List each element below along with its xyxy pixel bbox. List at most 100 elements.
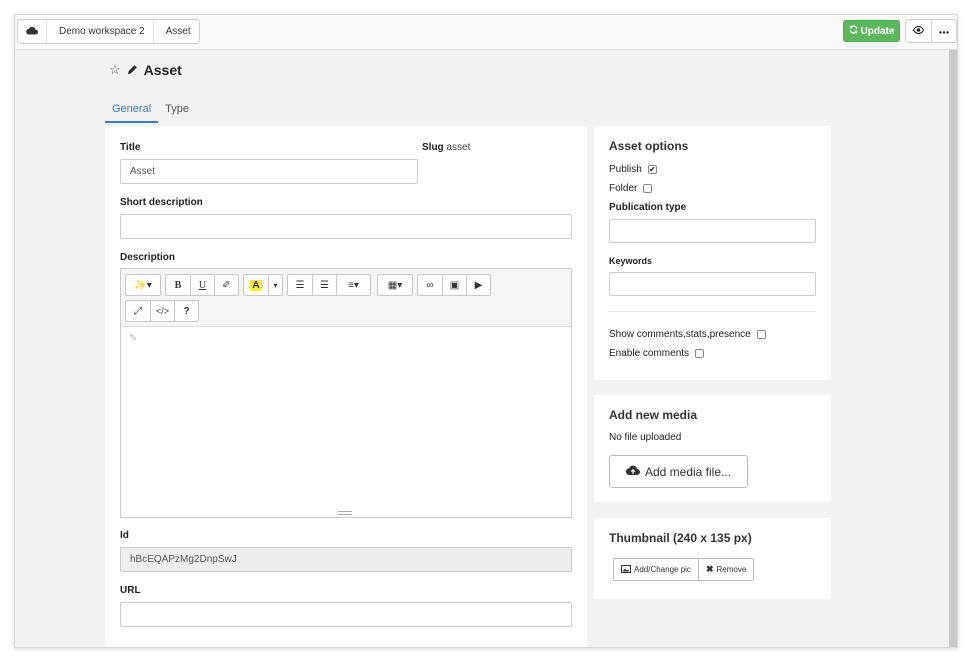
add-change-pic-label: Add/Change pic — [634, 565, 691, 574]
editor-toolbar: ✨▾ B U ✐ A ▾ ☰ ☰ ≡▾ ▦▾ ∞ ▣ ▶ ⤢ </> ? — [121, 269, 571, 327]
slug-label: Slug — [422, 142, 444, 153]
breadcrumb: Demo workspace 2 Asset — [17, 19, 200, 44]
enable-comments-row: Enable comments — [609, 348, 705, 359]
eye-icon — [912, 25, 925, 37]
page-title: ☆ Asset — [109, 62, 182, 78]
options-divider — [609, 311, 816, 312]
tab-type[interactable]: Type — [158, 103, 196, 123]
image-button[interactable]: ▣ — [442, 275, 466, 295]
update-button-label: Update — [860, 25, 895, 37]
editor-resize-handle[interactable] — [338, 511, 352, 515]
add-media-title: Add new media — [609, 408, 698, 422]
folder-label: Folder — [609, 183, 638, 194]
pencil-icon — [127, 62, 138, 78]
code-view-button[interactable]: </> — [150, 301, 174, 321]
description-content[interactable] — [121, 327, 571, 509]
color-group: A ▾ — [243, 274, 283, 296]
picture-icon — [621, 564, 631, 575]
font-color-button[interactable]: A — [244, 275, 268, 295]
id-field: hBcEQAPzMg2DnpSwJ — [120, 547, 572, 572]
underline-button[interactable]: U — [190, 275, 214, 295]
view-group: ⤢ </> ? — [125, 300, 199, 322]
top-bar: Demo workspace 2 Asset Update — [15, 15, 957, 50]
insert-group: ∞ ▣ ▶ — [417, 274, 491, 296]
help-button[interactable]: ? — [174, 301, 198, 321]
slug-row: Slug asset — [422, 142, 470, 153]
breadcrumb-asset-label: Asset — [165, 26, 191, 37]
short-description-label: Short description — [120, 197, 203, 208]
tab-general[interactable]: General — [105, 103, 159, 123]
short-description-input[interactable] — [120, 214, 572, 239]
page-title-text: Asset — [143, 62, 182, 78]
asset-options-title: Asset options — [609, 139, 689, 153]
breadcrumb-home[interactable] — [18, 20, 47, 43]
table-button[interactable]: ▦▾ — [378, 275, 412, 295]
unordered-list-button[interactable]: ☰ — [288, 275, 312, 295]
refresh-icon — [849, 25, 858, 37]
link-button[interactable]: ∞ — [418, 275, 442, 295]
eraser-button[interactable]: ✐ — [214, 275, 238, 295]
show-comments-checkbox[interactable] — [756, 330, 766, 339]
publication-type-label: Publication type — [609, 202, 687, 213]
remove-pic-button[interactable]: ✖ Remove — [697, 559, 753, 580]
style-button[interactable]: ✨▾ — [126, 275, 160, 295]
show-comments-label: Show comments,stats,presence — [609, 329, 751, 340]
header-actions — [905, 19, 957, 43]
enable-comments-label: Enable comments — [609, 348, 690, 359]
keywords-label: Keywords — [609, 256, 653, 266]
publication-type-input[interactable] — [609, 219, 816, 243]
asset-options-panel: Asset options Publish ✔ Folder Publicati… — [594, 126, 831, 380]
update-button[interactable]: Update — [843, 20, 900, 42]
breadcrumb-workspace-label: Demo workspace 2 — [59, 26, 145, 37]
url-input[interactable] — [120, 602, 572, 627]
font-color-dropdown[interactable]: ▾ — [268, 275, 282, 295]
add-media-panel: Add new media No file uploaded Add media… — [594, 395, 831, 502]
preview-button[interactable] — [906, 20, 931, 42]
font-color-label: A — [250, 279, 262, 291]
add-media-label: Add media file... — [644, 464, 732, 479]
media-status: No file uploaded — [609, 432, 682, 443]
publish-label: Publish — [609, 164, 642, 175]
ordered-list-button[interactable]: ☰ — [312, 275, 336, 295]
keywords-input[interactable] — [609, 272, 816, 296]
table-group: ▦▾ — [377, 274, 413, 296]
more-button[interactable] — [931, 20, 956, 42]
description-label: Description — [120, 252, 176, 263]
remove-pic-label: Remove — [716, 565, 747, 574]
folder-row: Folder — [609, 183, 653, 194]
align-button[interactable]: ≡▾ — [336, 275, 370, 295]
video-button[interactable]: ▶ — [466, 275, 490, 295]
style-group: ✨▾ — [125, 274, 161, 296]
title-input[interactable]: Asset — [120, 159, 418, 184]
add-media-button[interactable]: Add media file... — [609, 455, 748, 488]
publish-checkbox[interactable]: ✔ — [647, 165, 657, 174]
bold-button[interactable]: B — [166, 275, 190, 295]
slug-value: asset — [446, 142, 471, 153]
general-form-panel: Title Slug asset Asset Short description… — [105, 126, 587, 647]
cloud-icon — [26, 26, 38, 38]
folder-checkbox[interactable] — [643, 184, 653, 193]
id-label: Id — [120, 530, 129, 541]
app-window: Demo workspace 2 Asset Update ☆ Asset Ge… — [14, 14, 958, 648]
tab-bar: General Type — [105, 103, 196, 123]
thumbnail-actions: Add/Change pic ✖ Remove — [613, 558, 755, 581]
thumbnail-title: Thumbnail (240 x 135 px) — [609, 531, 752, 545]
add-change-pic-button[interactable]: Add/Change pic — [614, 559, 698, 580]
close-icon: ✖ — [705, 564, 714, 574]
show-comments-row: Show comments,stats,presence — [609, 329, 766, 340]
star-outline-icon[interactable]: ☆ — [109, 62, 121, 78]
breadcrumb-workspace[interactable]: Demo workspace 2 — [47, 20, 154, 43]
ellipsis-icon — [939, 25, 949, 37]
font-style-group: B U ✐ — [165, 274, 239, 296]
description-editor: ✨▾ B U ✐ A ▾ ☰ ☰ ≡▾ ▦▾ ∞ ▣ ▶ ⤢ </> ? ✎ — [120, 268, 572, 518]
publish-row: Publish ✔ — [609, 164, 657, 175]
breadcrumb-asset[interactable]: Asset — [154, 20, 199, 43]
thumbnail-panel: Thumbnail (240 x 135 px) Add/Change pic … — [594, 518, 831, 599]
paragraph-group: ☰ ☰ ≡▾ — [287, 274, 371, 296]
title-label: Title — [120, 142, 141, 153]
scrollbar[interactable] — [949, 50, 957, 647]
fullscreen-button[interactable]: ⤢ — [126, 301, 150, 321]
cloud-upload-icon — [625, 465, 640, 479]
url-label: URL — [120, 585, 141, 596]
enable-comments-checkbox[interactable] — [695, 349, 705, 358]
